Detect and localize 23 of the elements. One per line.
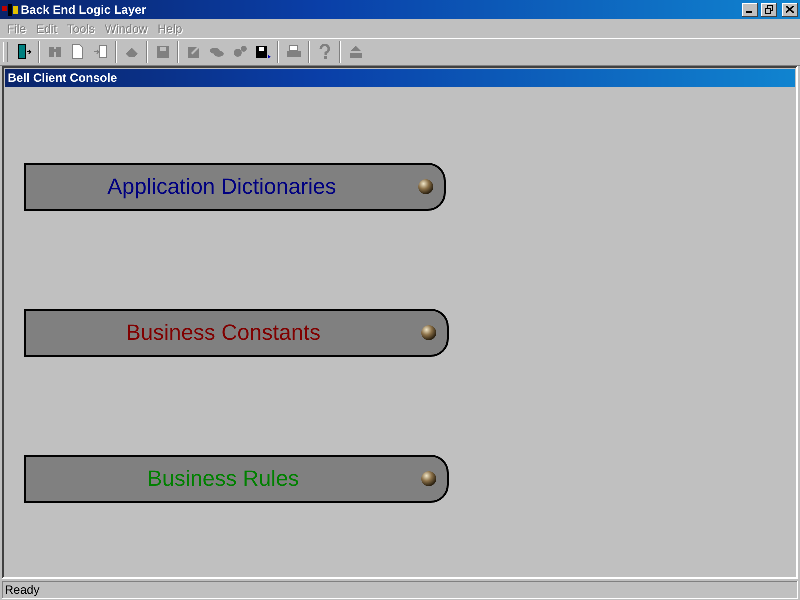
status-text: Ready — [4, 583, 40, 597]
close-button[interactable] — [782, 2, 798, 16]
restore-button[interactable] — [761, 2, 777, 16]
knob-icon — [418, 179, 434, 195]
console-panel-button[interactable]: Business Rules — [24, 455, 449, 503]
minimize-button[interactable] — [742, 2, 758, 16]
save-arrow-icon — [254, 44, 270, 60]
close-icon — [786, 6, 794, 13]
console-panel-button[interactable]: Business Constants — [24, 309, 449, 357]
printer-icon — [286, 44, 302, 60]
edit-icon — [186, 44, 202, 60]
console-panel-button[interactable]: Application Dictionaries — [24, 163, 446, 211]
window-title: Back End Logic Layer — [21, 2, 148, 16]
up-icon — [348, 44, 364, 60]
exit-icon — [16, 44, 32, 60]
knob-icon — [421, 471, 437, 487]
insert-icon — [92, 44, 108, 60]
child-window-title: Bell Client Console — [5, 69, 795, 87]
document-icon — [70, 44, 86, 60]
app-icon — [2, 2, 18, 16]
restore-icon — [764, 5, 774, 14]
knob-icon — [421, 325, 437, 341]
save-icon — [154, 44, 170, 60]
